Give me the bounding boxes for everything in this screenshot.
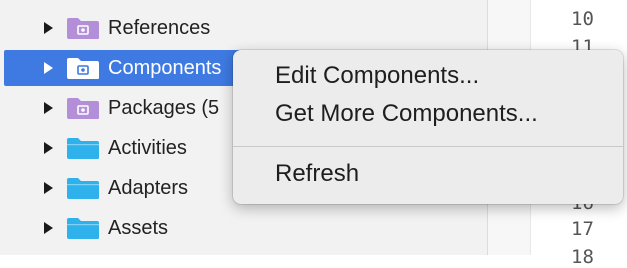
- line-number: 10: [571, 8, 594, 30]
- tree-item-label: References: [108, 17, 211, 39]
- context-menu: Edit Components... Get More Components..…: [233, 50, 623, 204]
- line-number: 18: [571, 246, 594, 268]
- tree-item-label: Components: [108, 57, 222, 79]
- menu-item-get-more-components[interactable]: Get More Components...: [275, 100, 538, 128]
- expand-triangle-icon[interactable]: [44, 62, 53, 74]
- tree-item-label: Packages (5: [108, 97, 220, 119]
- expand-triangle-icon[interactable]: [44, 142, 53, 154]
- line-number: 17: [571, 218, 594, 240]
- tree-item-references[interactable]: References: [4, 10, 484, 46]
- tree-item-label: Adapters: [108, 177, 189, 199]
- menu-item-edit-components[interactable]: Edit Components...: [275, 62, 479, 90]
- tree-item-label: Activities: [108, 137, 187, 159]
- menu-separator: [233, 146, 623, 147]
- folder-blue-icon: [67, 178, 99, 199]
- expand-triangle-icon[interactable]: [44, 222, 53, 234]
- folder-purple-icon: [67, 58, 99, 79]
- folder-purple-icon: [67, 98, 99, 119]
- tree-item-label: Assets: [108, 217, 169, 239]
- folder-purple-icon: [67, 18, 99, 39]
- expand-triangle-icon[interactable]: [44, 182, 53, 194]
- folder-blue-icon: [67, 138, 99, 159]
- tree-item-assets[interactable]: Assets: [4, 210, 484, 246]
- expand-triangle-icon[interactable]: [44, 22, 53, 34]
- menu-item-refresh[interactable]: Refresh: [275, 160, 359, 188]
- expand-triangle-icon[interactable]: [44, 102, 53, 114]
- folder-blue-icon: [67, 218, 99, 239]
